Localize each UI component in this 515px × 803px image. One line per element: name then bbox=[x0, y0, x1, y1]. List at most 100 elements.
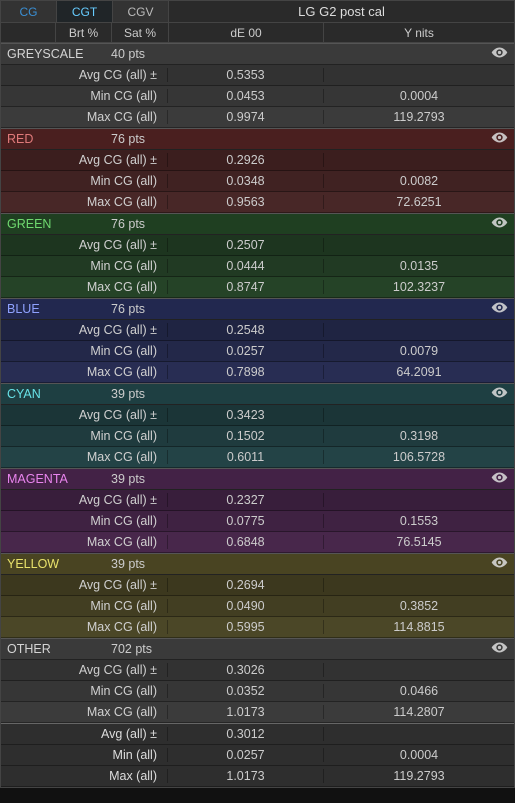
group-header-magenta[interactable]: MAGENTA39 pts bbox=[1, 468, 514, 490]
data-row: Min CG (all)0.02570.0079 bbox=[1, 341, 514, 362]
group-header-blue[interactable]: BLUE76 pts bbox=[1, 298, 514, 320]
de-value: 0.6011 bbox=[168, 450, 324, 464]
totals-row: Min (all)0.02570.0004 bbox=[1, 745, 514, 766]
y-value: 0.0004 bbox=[324, 748, 514, 762]
eye-icon[interactable] bbox=[484, 302, 514, 316]
row-label: Avg CG (all) ± bbox=[1, 663, 168, 677]
row-label: Avg CG (all) ± bbox=[1, 493, 168, 507]
de-value: 0.7898 bbox=[168, 365, 324, 379]
de-value: 0.0348 bbox=[168, 174, 324, 188]
data-row: Avg CG (all) ±0.2694 bbox=[1, 575, 514, 596]
group-pts: 39 pts bbox=[111, 557, 169, 571]
group-name: MAGENTA bbox=[1, 472, 111, 486]
header-blank bbox=[1, 23, 56, 42]
totals-row: Avg (all) ±0.3012 bbox=[1, 724, 514, 745]
data-row: Max CG (all)0.5995114.8815 bbox=[1, 617, 514, 638]
group-name: RED bbox=[1, 132, 111, 146]
y-value: 0.3198 bbox=[324, 429, 514, 443]
de-value: 0.0775 bbox=[168, 514, 324, 528]
group-name: GREYSCALE bbox=[1, 47, 111, 61]
row-label: Min CG (all) bbox=[1, 429, 168, 443]
eye-icon[interactable] bbox=[484, 557, 514, 571]
group-header-green[interactable]: GREEN76 pts bbox=[1, 213, 514, 235]
de-value: 0.2926 bbox=[168, 153, 324, 167]
row-label: Max (all) bbox=[1, 769, 168, 783]
de-value: 0.0257 bbox=[168, 344, 324, 358]
eye-icon[interactable] bbox=[484, 217, 514, 231]
group-name: CYAN bbox=[1, 387, 111, 401]
data-row: Max CG (all)0.6011106.5728 bbox=[1, 447, 514, 468]
totals-section: Avg (all) ±0.3012Min (all)0.02570.0004 Ma… bbox=[1, 723, 514, 787]
row-label: Avg CG (all) ± bbox=[1, 238, 168, 252]
row-label: Max CG (all) bbox=[1, 620, 168, 634]
header-de[interactable]: dE 00 bbox=[169, 23, 324, 42]
y-value: 76.5145 bbox=[324, 535, 514, 549]
data-row: Max CG (all)0.956372.6251 bbox=[1, 192, 514, 213]
row-label: Min CG (all) bbox=[1, 684, 168, 698]
data-row: Max CG (all)0.8747102.3237 bbox=[1, 277, 514, 298]
row-label: Max CG (all) bbox=[1, 535, 168, 549]
group-header-red[interactable]: RED76 pts bbox=[1, 128, 514, 150]
group-header-other[interactable]: OTHER702 pts bbox=[1, 638, 514, 660]
de-value: 0.2327 bbox=[168, 493, 324, 507]
y-value: 0.0135 bbox=[324, 259, 514, 273]
tab-cgv[interactable]: CGV bbox=[113, 1, 169, 22]
y-value: 0.0004 bbox=[324, 89, 514, 103]
data-row: Max CG (all)1.0173114.2807 bbox=[1, 702, 514, 723]
row-label: Min (all) bbox=[1, 748, 168, 762]
y-value: 114.2807 bbox=[324, 705, 514, 719]
de-value: 0.2694 bbox=[168, 578, 324, 592]
row-label: Max CG (all) bbox=[1, 705, 168, 719]
de-value: 1.0173 bbox=[168, 769, 324, 783]
row-label: Min CG (all) bbox=[1, 259, 168, 273]
y-value: 0.1553 bbox=[324, 514, 514, 528]
de-value: 0.0453 bbox=[168, 89, 324, 103]
eye-icon[interactable] bbox=[484, 387, 514, 401]
data-row: Min CG (all)0.15020.3198 bbox=[1, 426, 514, 447]
y-value: 0.0079 bbox=[324, 344, 514, 358]
data-row: Min CG (all)0.03480.0082 bbox=[1, 171, 514, 192]
de-value: 0.0352 bbox=[168, 684, 324, 698]
eye-icon[interactable] bbox=[484, 132, 514, 146]
tab-cg[interactable]: CG bbox=[1, 1, 57, 22]
row-label: Min CG (all) bbox=[1, 514, 168, 528]
data-row: Min CG (all)0.04900.3852 bbox=[1, 596, 514, 617]
row-label: Avg CG (all) ± bbox=[1, 153, 168, 167]
group-header-cyan[interactable]: CYAN39 pts bbox=[1, 383, 514, 405]
de-value: 0.6848 bbox=[168, 535, 324, 549]
data-row: Min CG (all)0.04440.0135 bbox=[1, 256, 514, 277]
de-value: 1.0173 bbox=[168, 705, 324, 719]
header-ynits[interactable]: Y nits bbox=[324, 23, 514, 42]
data-row: Min CG (all)0.03520.0466 bbox=[1, 681, 514, 702]
eye-icon[interactable] bbox=[484, 642, 514, 656]
group-header-greyscale[interactable]: GREYSCALE40 pts bbox=[1, 43, 514, 65]
de-value: 0.5995 bbox=[168, 620, 324, 634]
y-value: 119.2793 bbox=[324, 110, 514, 124]
data-row: Avg CG (all) ±0.3423 bbox=[1, 405, 514, 426]
group-pts: 76 pts bbox=[111, 132, 169, 146]
top-row: CG CGT CGV LG G2 post cal bbox=[1, 1, 514, 23]
row-label: Min CG (all) bbox=[1, 599, 168, 613]
data-row: Max CG (all)0.789864.2091 bbox=[1, 362, 514, 383]
header-sat[interactable]: Sat % bbox=[112, 23, 169, 42]
row-label: Min CG (all) bbox=[1, 344, 168, 358]
eye-icon[interactable] bbox=[484, 472, 514, 486]
tab-cgt[interactable]: CGT bbox=[57, 1, 113, 22]
row-label: Max CG (all) bbox=[1, 110, 168, 124]
eye-icon[interactable] bbox=[484, 47, 514, 61]
header-brt[interactable]: Brt % bbox=[56, 23, 112, 42]
group-pts: 76 pts bbox=[111, 217, 169, 231]
y-value: 106.5728 bbox=[324, 450, 514, 464]
group-pts: 702 pts bbox=[111, 642, 169, 656]
data-row: Max CG (all)0.684876.5145 bbox=[1, 532, 514, 553]
row-label: Max CG (all) bbox=[1, 280, 168, 294]
row-label: Avg CG (all) ± bbox=[1, 68, 168, 82]
de-value: 0.3012 bbox=[168, 727, 324, 741]
de-value: 0.9563 bbox=[168, 195, 324, 209]
de-value: 0.8747 bbox=[168, 280, 324, 294]
group-header-yellow[interactable]: YELLOW39 pts bbox=[1, 553, 514, 575]
de-value: 0.3423 bbox=[168, 408, 324, 422]
data-row: Max CG (all)0.9974119.2793 bbox=[1, 107, 514, 128]
data-row: Avg CG (all) ±0.3026 bbox=[1, 660, 514, 681]
de-value: 0.3026 bbox=[168, 663, 324, 677]
